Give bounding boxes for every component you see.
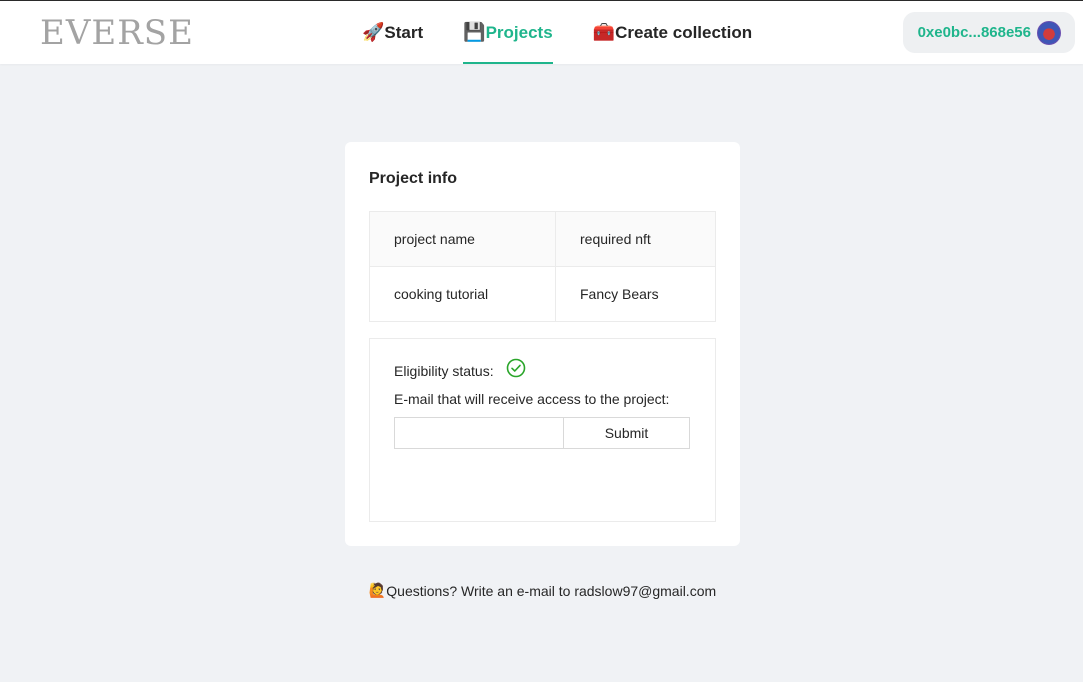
table-row: cooking tutorial Fancy Bears — [369, 266, 716, 322]
eligibility-panel: Eligibility status: E-mail that will rec… — [369, 338, 716, 522]
nav-tab-create-collection[interactable]: 🧰 Create collection — [593, 1, 752, 64]
wallet-button[interactable]: 0xe0bc...868e56 — [902, 12, 1075, 53]
table-cell: cooking tutorial — [369, 266, 556, 322]
table-header-cell: project name — [369, 211, 556, 267]
table-header-cell: required nft — [555, 211, 716, 267]
eligibility-status: Eligibility status: — [394, 358, 526, 379]
floppy-disk-icon: 💾 — [463, 22, 486, 42]
raising-hand-icon: 🙋 — [368, 582, 387, 598]
top-navigation-bar: EVERSE 🚀 Start 💾 Projects 🧰 Create colle… — [0, 0, 1083, 64]
project-info-table: project name required nft cooking tutori… — [369, 211, 716, 322]
wallet-avatar-icon — [1037, 20, 1061, 45]
footer: 🙋 Questions? Write an e-mail to radslow9… — [0, 582, 1083, 599]
table-header-row: project name required nft — [369, 211, 716, 267]
main-nav: 🚀 Start 💾 Projects 🧰 Create collection — [362, 1, 792, 64]
nav-tab-label: Create collection — [615, 22, 753, 42]
project-info-card: Project info project name required nft c… — [345, 142, 740, 546]
toolbox-icon: 🧰 — [592, 22, 616, 42]
eligibility-label: Eligibility status: — [394, 363, 494, 379]
check-circle-icon — [506, 358, 526, 378]
table-cell: Fancy Bears — [555, 266, 716, 322]
rocket-icon: 🚀 — [362, 22, 385, 42]
wallet-address: 0xe0bc...868e56 — [917, 24, 1031, 41]
email-input[interactable] — [394, 417, 563, 449]
nav-tab-projects[interactable]: 💾 Projects — [463, 1, 553, 64]
footer-contact-text: Questions? Write an e-mail to radslow97@… — [386, 582, 717, 599]
email-label: E-mail that will receive access to the p… — [394, 391, 670, 407]
card-title: Project info — [369, 170, 458, 187]
nav-tab-label: Projects — [485, 22, 553, 42]
app-logo[interactable]: EVERSE — [40, 13, 194, 53]
nav-tab-start[interactable]: 🚀 Start — [362, 1, 423, 64]
email-form: Submit — [394, 417, 690, 449]
submit-button[interactable]: Submit — [563, 417, 690, 449]
nav-tab-label: Start — [384, 22, 424, 42]
